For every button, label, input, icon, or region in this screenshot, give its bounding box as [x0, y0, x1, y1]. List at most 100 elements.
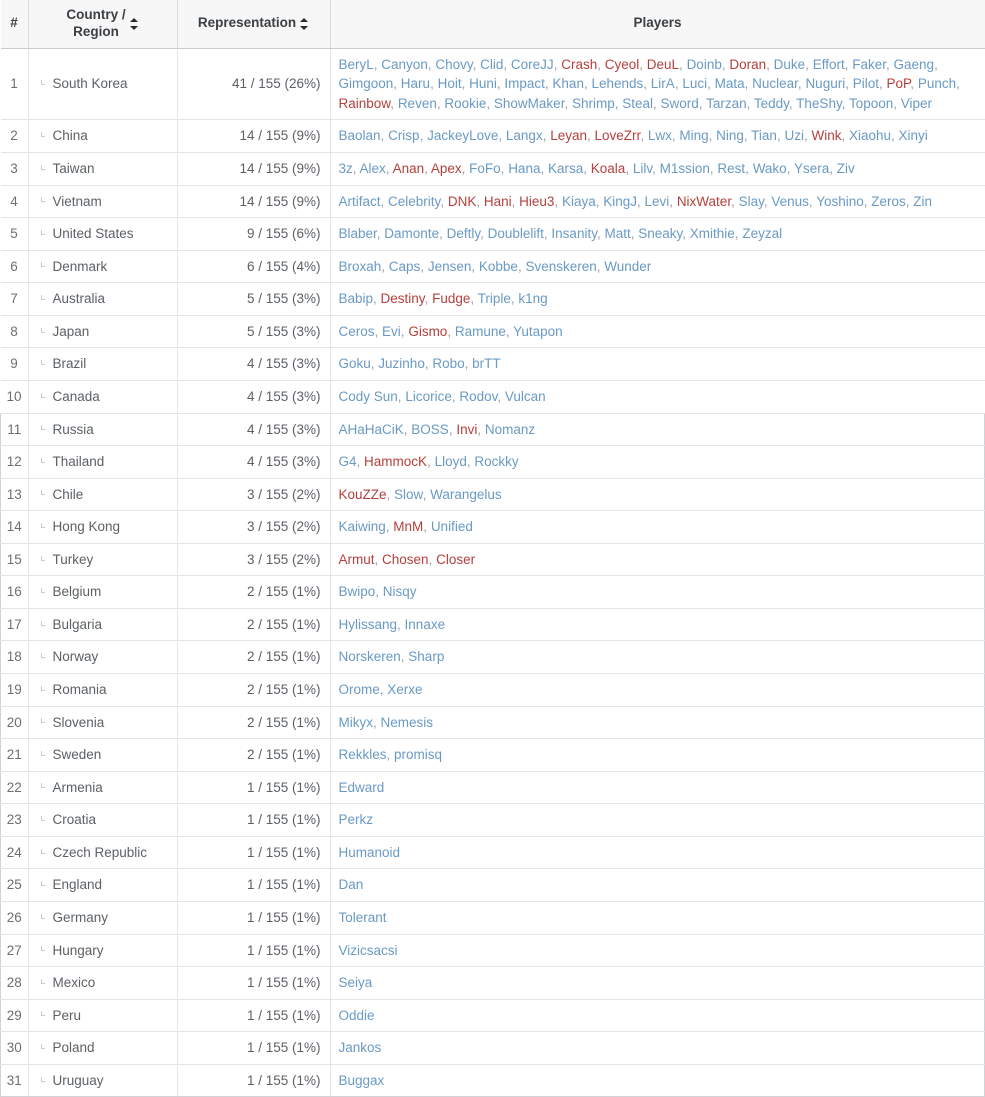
- player-link[interactable]: DNK: [448, 194, 477, 209]
- player-link[interactable]: Teddy: [754, 96, 789, 111]
- column-header-representation[interactable]: Representation: [177, 0, 331, 49]
- player-link[interactable]: Yutapon: [513, 324, 563, 339]
- player-link[interactable]: Sharp: [408, 649, 444, 664]
- player-link[interactable]: Lilv: [633, 161, 652, 176]
- column-header-country[interactable]: Country / Region: [28, 0, 178, 49]
- player-link[interactable]: Lwx: [648, 128, 672, 143]
- player-link[interactable]: Broxah: [339, 259, 382, 274]
- player-link[interactable]: Canyon: [381, 57, 428, 72]
- player-link[interactable]: Chovy: [435, 57, 472, 72]
- sort-toggle-icon[interactable]: [129, 17, 139, 31]
- player-link[interactable]: Hieu3: [519, 194, 554, 209]
- player-link[interactable]: Xmithie: [690, 226, 735, 241]
- player-link[interactable]: Tian: [751, 128, 777, 143]
- player-link[interactable]: Alex: [360, 161, 386, 176]
- player-link[interactable]: Viper: [901, 96, 932, 111]
- player-link[interactable]: NixWater: [677, 194, 731, 209]
- player-link[interactable]: Crash: [561, 57, 597, 72]
- player-link[interactable]: Uzi: [784, 128, 804, 143]
- player-link[interactable]: Destiny: [381, 291, 425, 306]
- player-link[interactable]: KouZZe: [339, 487, 387, 502]
- player-link[interactable]: Rainbow: [339, 96, 391, 111]
- player-link[interactable]: k1ng: [518, 291, 547, 306]
- player-link[interactable]: Cyeol: [605, 57, 640, 72]
- player-link[interactable]: Ming: [679, 128, 708, 143]
- player-link[interactable]: Ziv: [837, 161, 855, 176]
- player-link[interactable]: MnM: [393, 519, 423, 534]
- player-link[interactable]: Reven: [398, 96, 437, 111]
- player-link[interactable]: Hoit: [438, 76, 462, 91]
- player-link[interactable]: Lloyd: [435, 454, 467, 469]
- player-link[interactable]: Apex: [431, 161, 462, 176]
- player-link[interactable]: Doinb: [687, 57, 722, 72]
- player-link[interactable]: Sword: [661, 96, 699, 111]
- player-link[interactable]: Gimgoon: [339, 76, 394, 91]
- player-link[interactable]: Leyan: [550, 128, 587, 143]
- player-link[interactable]: FoFo: [469, 161, 501, 176]
- player-link[interactable]: Nuguri: [805, 76, 845, 91]
- player-link[interactable]: Triple: [478, 291, 511, 306]
- player-link[interactable]: AHaHaCiK: [339, 422, 404, 437]
- player-link[interactable]: Ramune: [455, 324, 506, 339]
- player-link[interactable]: Anan: [393, 161, 425, 176]
- player-link[interactable]: Bwipo: [339, 584, 376, 599]
- player-link[interactable]: Wako: [753, 161, 787, 176]
- player-link[interactable]: Orome: [339, 682, 380, 697]
- player-link[interactable]: Faker: [852, 57, 886, 72]
- player-link[interactable]: Perkz: [339, 812, 374, 827]
- player-link[interactable]: Kaiwing: [339, 519, 386, 534]
- player-link[interactable]: Xiaohu: [849, 128, 891, 143]
- player-link[interactable]: Punch: [918, 76, 956, 91]
- player-link[interactable]: Xerxe: [387, 682, 422, 697]
- player-link[interactable]: Svenskeren: [525, 259, 596, 274]
- player-link[interactable]: Nuclear: [752, 76, 798, 91]
- player-link[interactable]: JackeyLove: [427, 128, 498, 143]
- player-link[interactable]: Karsa: [548, 161, 583, 176]
- player-link[interactable]: Innaxe: [405, 617, 446, 632]
- player-link[interactable]: Ceros: [339, 324, 375, 339]
- player-link[interactable]: Gismo: [408, 324, 447, 339]
- player-link[interactable]: ShowMaker: [494, 96, 565, 111]
- player-link[interactable]: Deftly: [447, 226, 481, 241]
- player-link[interactable]: Jensen: [428, 259, 472, 274]
- player-link[interactable]: Robo: [432, 356, 464, 371]
- player-link[interactable]: Seiya: [339, 975, 373, 990]
- player-link[interactable]: Chosen: [382, 552, 429, 567]
- player-link[interactable]: Rest: [717, 161, 745, 176]
- player-link[interactable]: Norskeren: [339, 649, 401, 664]
- player-link[interactable]: Kobbe: [479, 259, 518, 274]
- player-link[interactable]: Hani: [484, 194, 512, 209]
- player-link[interactable]: M1ssion: [660, 161, 710, 176]
- player-link[interactable]: Zeros: [871, 194, 906, 209]
- player-link[interactable]: Lehends: [591, 76, 643, 91]
- player-link[interactable]: Rodov: [459, 389, 497, 404]
- player-link[interactable]: Tarzan: [706, 96, 747, 111]
- player-link[interactable]: Babip: [339, 291, 374, 306]
- player-link[interactable]: Langx: [506, 128, 543, 143]
- player-link[interactable]: Pilot: [853, 76, 879, 91]
- player-link[interactable]: Nomanz: [485, 422, 535, 437]
- player-link[interactable]: brTT: [472, 356, 501, 371]
- player-link[interactable]: Topoon: [849, 96, 893, 111]
- player-link[interactable]: Levi: [645, 194, 670, 209]
- player-link[interactable]: Mata: [715, 76, 745, 91]
- player-link[interactable]: BeryL: [339, 57, 374, 72]
- player-link[interactable]: Ysera: [794, 161, 829, 176]
- player-link[interactable]: Koala: [591, 161, 626, 176]
- player-link[interactable]: Zin: [913, 194, 932, 209]
- player-link[interactable]: Huni: [469, 76, 497, 91]
- player-link[interactable]: Vizicsacsi: [339, 943, 398, 958]
- player-link[interactable]: Hana: [508, 161, 540, 176]
- player-link[interactable]: Clid: [480, 57, 503, 72]
- player-link[interactable]: Gaeng: [894, 57, 935, 72]
- player-link[interactable]: Ning: [716, 128, 744, 143]
- player-link[interactable]: Humanoid: [339, 845, 401, 860]
- player-link[interactable]: Yoshino: [816, 194, 864, 209]
- player-link[interactable]: Hylissang: [339, 617, 398, 632]
- player-link[interactable]: Fudge: [432, 291, 470, 306]
- player-link[interactable]: 3z: [339, 161, 353, 176]
- player-link[interactable]: CoreJJ: [511, 57, 554, 72]
- player-link[interactable]: Rekkles: [339, 747, 387, 762]
- player-link[interactable]: Doran: [729, 57, 766, 72]
- player-link[interactable]: Zeyzal: [742, 226, 782, 241]
